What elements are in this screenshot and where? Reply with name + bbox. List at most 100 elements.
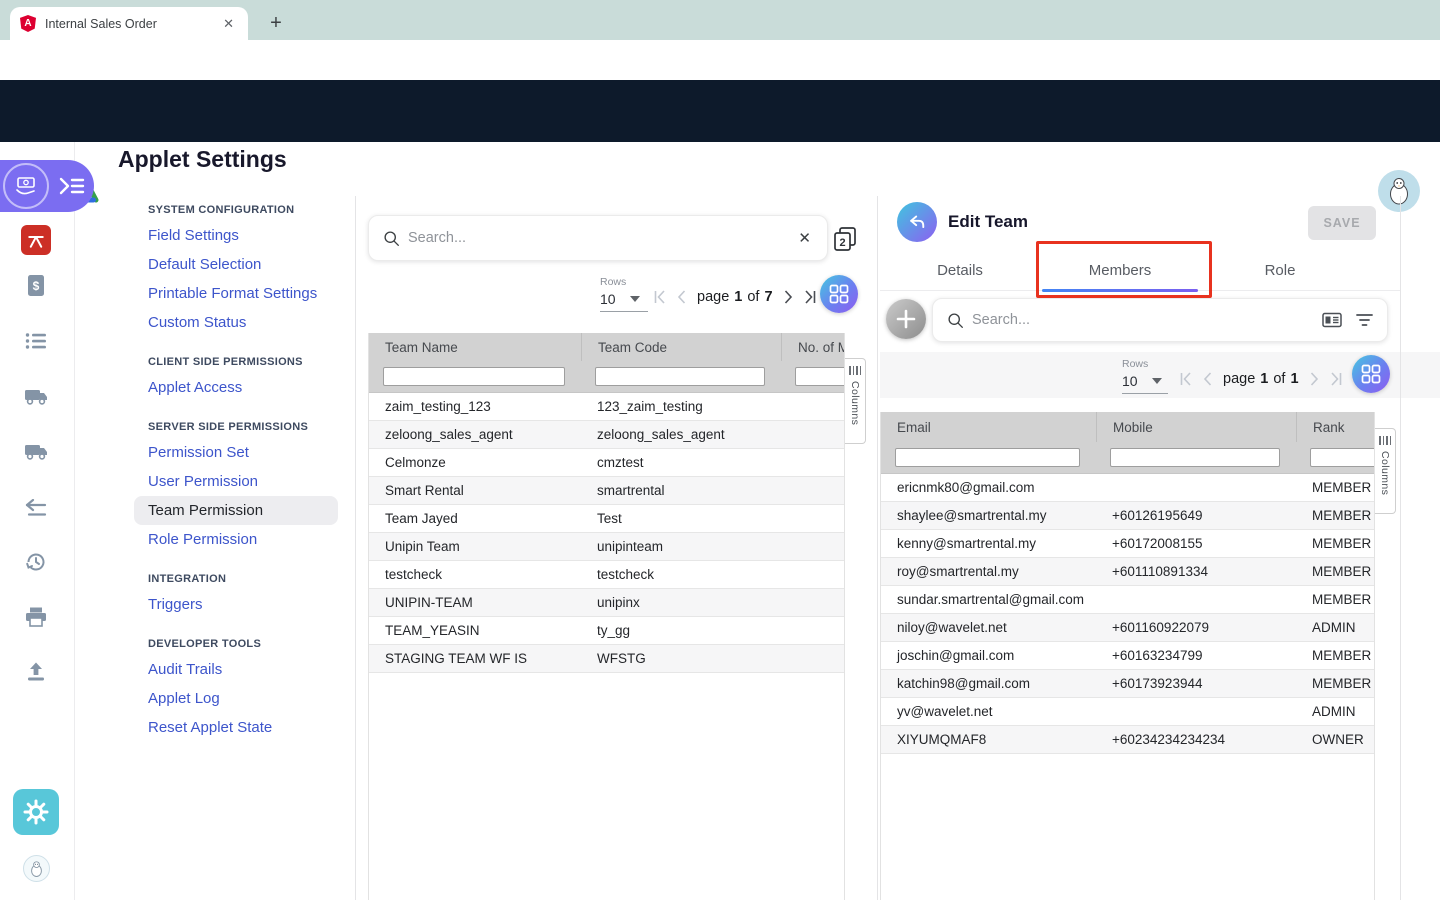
- settings-gear-button[interactable]: [13, 789, 59, 835]
- cell-email: XIYUMQMAF8: [881, 732, 1096, 747]
- printer-icon[interactable]: [22, 603, 50, 631]
- column-header-rank[interactable]: Rank: [1296, 412, 1374, 442]
- clear-search-icon[interactable]: ✕: [796, 229, 813, 247]
- nav-item-reset-applet-state[interactable]: Reset Applet State: [134, 713, 338, 742]
- nav-item-field-settings[interactable]: Field Settings: [134, 221, 338, 250]
- nav-section-title: SYSTEM CONFIGURATION: [134, 204, 338, 216]
- prev-page-icon[interactable]: [1203, 372, 1212, 386]
- table-row[interactable]: kenny@smartrental.my+60172008155MEMBER: [881, 530, 1374, 558]
- columns-config-tab[interactable]: Columns: [845, 358, 866, 444]
- nav-item-team-permission[interactable]: Team Permission: [134, 496, 338, 525]
- table-row[interactable]: katchin98@gmail.com+60173923944MEMBER: [881, 670, 1374, 698]
- column-header-team-code[interactable]: Team Code: [581, 333, 781, 361]
- add-member-button[interactable]: [886, 299, 926, 339]
- column-header-email[interactable]: Email: [881, 420, 1096, 435]
- last-page-icon[interactable]: [804, 290, 816, 304]
- rows-per-page-select[interactable]: 10: [1122, 373, 1138, 389]
- table-row[interactable]: shaylee@smartrental.my+60126195649MEMBER: [881, 502, 1374, 530]
- nav-item-applet-access[interactable]: Applet Access: [134, 373, 338, 402]
- first-page-icon[interactable]: [1180, 372, 1192, 386]
- members-search-input[interactable]: [972, 312, 1322, 328]
- table-row[interactable]: yv@wavelet.netADMIN: [881, 698, 1374, 726]
- back-button[interactable]: [897, 202, 937, 242]
- nav-item-user-permission[interactable]: User Permission: [134, 467, 338, 496]
- new-tab-button[interactable]: +: [262, 9, 290, 37]
- nav-item-triggers[interactable]: Triggers: [134, 590, 338, 619]
- upload-icon[interactable]: [22, 658, 50, 686]
- collapse-menu-icon[interactable]: [58, 174, 86, 198]
- next-page-icon[interactable]: [1310, 372, 1319, 386]
- truck-delivery-icon[interactable]: [22, 383, 50, 411]
- settings-nav: SYSTEM CONFIGURATION Field SettingsDefaul…: [134, 204, 338, 761]
- table-row[interactable]: ericnmk80@gmail.comMEMBER: [881, 474, 1374, 502]
- filter-members-input[interactable]: [795, 367, 845, 386]
- cell-email: sundar.smartrental@gmail.com: [881, 592, 1096, 607]
- tab-members[interactable]: Members: [1040, 250, 1200, 290]
- applet-icon-dai[interactable]: [21, 225, 51, 255]
- grid-view-button[interactable]: [1352, 355, 1390, 393]
- rows-caret-icon[interactable]: [630, 296, 640, 302]
- filter-icon[interactable]: [1356, 313, 1373, 327]
- table-row[interactable]: STAGING TEAM WF ISWFSTG: [369, 645, 844, 673]
- team-search-bar[interactable]: ✕: [368, 215, 828, 261]
- user-avatar[interactable]: [1378, 170, 1420, 212]
- return-arrow-icon[interactable]: [22, 494, 50, 522]
- invoice-icon[interactable]: $: [22, 272, 50, 300]
- tab-details[interactable]: Details: [880, 250, 1040, 290]
- panel-split-divider[interactable]: [877, 196, 878, 900]
- column-header-mobile[interactable]: Mobile: [1096, 412, 1296, 442]
- tab-close-icon[interactable]: ✕: [219, 16, 238, 32]
- members-table-header: Email Mobile Rank: [881, 412, 1374, 442]
- table-row[interactable]: zeloong_sales_agentzeloong_sales_agent: [369, 421, 844, 449]
- last-page-icon[interactable]: [1330, 372, 1342, 386]
- filter-rank-input[interactable]: [1310, 448, 1375, 467]
- table-row[interactable]: niloy@wavelet.net+601160922079ADMIN: [881, 614, 1374, 642]
- nav-item-default-selection[interactable]: Default Selection: [134, 250, 338, 279]
- grid-view-button[interactable]: [820, 275, 858, 313]
- table-row[interactable]: joschin@gmail.com+60163234799MEMBER: [881, 642, 1374, 670]
- history-clock-icon[interactable]: [22, 548, 50, 576]
- cell-code: smartrental: [581, 483, 781, 498]
- nav-item-printable-format-settings[interactable]: Printable Format Settings: [134, 279, 338, 308]
- nav-item-applet-log[interactable]: Applet Log: [134, 684, 338, 713]
- table-row[interactable]: zaim_testing_123123_zaim_testing: [369, 393, 844, 421]
- browser-tab[interactable]: A Internal Sales Order ✕: [10, 7, 248, 40]
- filter-email-input[interactable]: [895, 448, 1080, 467]
- nav-item-permission-set[interactable]: Permission Set: [134, 438, 338, 467]
- filter-mobile-input[interactable]: [1110, 448, 1280, 467]
- tab-title: Internal Sales Order: [45, 17, 219, 31]
- column-header-no-of-members[interactable]: No. of Members: [781, 333, 844, 361]
- table-row[interactable]: sundar.smartrental@gmail.comMEMBER: [881, 586, 1374, 614]
- tab-role[interactable]: Role: [1200, 250, 1360, 290]
- rows-caret-icon[interactable]: [1152, 378, 1162, 384]
- nav-item-custom-status[interactable]: Custom Status: [134, 308, 338, 337]
- next-page-icon[interactable]: [784, 290, 793, 304]
- prev-page-icon[interactable]: [677, 290, 686, 304]
- table-row[interactable]: XIYUMQMAF8+60234234234234OWNER: [881, 726, 1374, 754]
- column-header-team-name[interactable]: Team Name: [369, 340, 581, 355]
- table-row[interactable]: Smart Rentalsmartrental: [369, 477, 844, 505]
- table-row[interactable]: Team JayedTest: [369, 505, 844, 533]
- nav-item-audit-trails[interactable]: Audit Trails: [134, 655, 338, 684]
- table-row[interactable]: Unipin Teamunipinteam: [369, 533, 844, 561]
- list-icon[interactable]: [22, 327, 50, 355]
- table-row[interactable]: Celmonzecmztest: [369, 449, 844, 477]
- first-page-icon[interactable]: [654, 290, 666, 304]
- active-applet-pill[interactable]: [0, 160, 94, 212]
- penguin-bot-icon[interactable]: [23, 855, 50, 882]
- save-button[interactable]: SAVE: [1308, 206, 1376, 240]
- members-search-bar[interactable]: [932, 298, 1388, 342]
- table-row[interactable]: testchecktestcheck: [369, 561, 844, 589]
- table-row[interactable]: TEAM_YEASINty_gg: [369, 617, 844, 645]
- nav-item-role-permission[interactable]: Role Permission: [134, 525, 338, 554]
- card-view-icon[interactable]: [1322, 312, 1342, 328]
- filter-team-code-input[interactable]: [595, 367, 765, 386]
- table-row[interactable]: roy@smartrental.my+601110891334MEMBER: [881, 558, 1374, 586]
- filter-team-name-input[interactable]: [383, 367, 565, 386]
- columns-config-tab[interactable]: Columns: [1375, 428, 1396, 514]
- rows-per-page-select[interactable]: 10: [600, 291, 616, 307]
- duplicate-icon[interactable]: 2: [832, 226, 858, 252]
- truck-shipping-icon[interactable]: [22, 438, 50, 466]
- table-row[interactable]: UNIPIN-TEAMunipinx: [369, 589, 844, 617]
- team-search-input[interactable]: [408, 230, 796, 246]
